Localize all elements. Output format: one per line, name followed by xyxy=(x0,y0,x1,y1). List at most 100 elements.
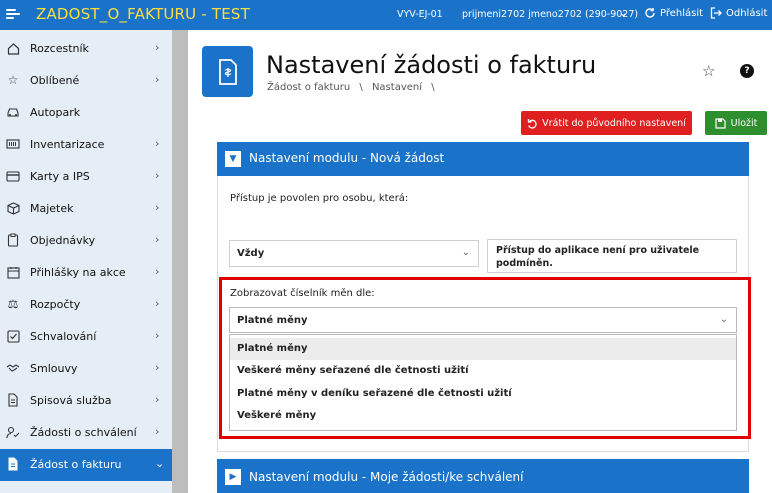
panel-header-new-request[interactable]: ▼ Nastavení modulu - Nová žádost xyxy=(217,142,749,176)
box-icon xyxy=(6,201,20,215)
undo-icon xyxy=(527,118,537,129)
invoice-icon xyxy=(6,457,20,471)
chevron-down-icon: ⌄ xyxy=(155,457,165,470)
dropdown-option[interactable]: Platné měny v deníku seřazené dle četnos… xyxy=(230,383,736,405)
sidebar-item-label: Přihlášky na akce xyxy=(30,266,126,279)
dropdown-option[interactable]: Veškeré měny seřazené dle četnosti užití xyxy=(230,360,736,382)
car-icon xyxy=(6,105,20,119)
refresh-icon xyxy=(645,8,655,18)
dropdown-option[interactable]: Veškeré měny xyxy=(230,405,736,427)
select-value: Platné měny xyxy=(237,315,308,326)
sidebar-item-zadost-o-fakturu[interactable]: Žádost o fakturu ⌄ xyxy=(0,449,172,481)
sidebar-item-label: Schvalování xyxy=(30,330,97,343)
chevron-right-icon: › xyxy=(155,393,160,406)
calendar-icon xyxy=(6,265,20,279)
sidebar-item-label: Žádosti o schválení xyxy=(30,426,137,439)
sidebar-item-autopark[interactable]: Autopark xyxy=(0,97,172,129)
sidebar-item-label: Rozcestník xyxy=(30,42,89,55)
save-icon xyxy=(715,117,726,129)
chevron-right-icon: › xyxy=(155,73,160,86)
sidebar-item-label: Karty a IPS xyxy=(30,170,90,183)
collapse-toggle-icon[interactable]: ▼ xyxy=(225,151,241,167)
sidebar-item-rozpocty[interactable]: ⚖ Rozpočty › xyxy=(0,289,172,321)
expand-toggle-icon[interactable]: ▶ xyxy=(225,469,241,485)
environment-label: VYV-EJ-01 xyxy=(397,9,443,20)
chevron-down-icon[interactable]: ⌄ xyxy=(619,8,627,19)
chevron-down-icon: ⌄ xyxy=(719,314,728,325)
home-icon xyxy=(6,41,20,55)
access-info-box: Přístup do aplikace není pro uživatele p… xyxy=(487,239,737,273)
chevron-right-icon: › xyxy=(155,329,160,342)
breadcrumb-separator: \ xyxy=(359,82,363,93)
logout-icon xyxy=(710,7,722,19)
chevron-right-icon: › xyxy=(155,425,160,438)
sidebar-item-smlouvy[interactable]: Smlouvy › xyxy=(0,353,172,385)
user-menu[interactable]: prijmeni2702 jmeno2702 (290-9027) xyxy=(462,9,638,20)
app-title: ZADOST_O_FAKTURU - TEST xyxy=(36,5,250,23)
sidebar-item-zadosti-o-schvaleni[interactable]: Žádosti o schválení › xyxy=(0,417,172,449)
sidebar-item-label: Oblíbené xyxy=(30,74,80,87)
sidebar-item-rozcestnik[interactable]: Rozcestník › xyxy=(0,33,172,65)
access-condition-select[interactable]: Vždy ⌄ xyxy=(229,240,479,267)
reset-defaults-label: Vrátit do původního nastavení xyxy=(542,117,686,129)
chevron-right-icon: › xyxy=(155,137,160,150)
page-title: Nastavení žádosti o fakturu xyxy=(266,51,597,79)
chevron-right-icon: › xyxy=(155,233,160,246)
chevron-right-icon: › xyxy=(155,41,160,54)
currency-list-select[interactable]: Platné měny ⌄ xyxy=(229,307,737,333)
sidebar-item-schvalovani[interactable]: Schvalování › xyxy=(0,321,172,353)
card-icon xyxy=(6,169,20,183)
sidebar-item-label: Smlouvy xyxy=(30,362,78,375)
top-bar: ZADOST_O_FAKTURU - TEST VYV-EJ-01 prijme… xyxy=(0,0,772,30)
star-icon: ☆ xyxy=(7,73,19,87)
handshake-icon xyxy=(6,361,20,375)
chevron-right-icon: › xyxy=(155,169,160,182)
sidebar-item-label: Autopark xyxy=(30,106,81,119)
sidebar-item-oblibene[interactable]: ☆ Oblíbené › xyxy=(0,65,172,97)
switch-user-label: Přehlásit xyxy=(660,7,704,19)
breadcrumb: Žádost o fakturu \ Nastavení \ xyxy=(267,82,441,93)
invoice-icon xyxy=(202,46,253,97)
sidebar-item-label: Rozpočty xyxy=(30,298,81,311)
save-button[interactable]: Uložit xyxy=(705,111,767,135)
panel-title: Nastavení modulu - Moje žádosti/ke schvá… xyxy=(249,470,524,484)
clipboard-icon xyxy=(6,233,20,247)
breadcrumb-item[interactable]: Žádost o fakturu xyxy=(267,82,350,93)
sidebar-item-objednavky[interactable]: Objednávky › xyxy=(0,225,172,257)
favorite-star-icon[interactable]: ☆ xyxy=(702,62,715,80)
menu-icon[interactable] xyxy=(6,7,22,23)
sidebar-item-label: Objednávky xyxy=(30,234,96,247)
switch-user-button[interactable]: Přehlásit xyxy=(644,7,703,19)
sidebar-item-label: Inventarizace xyxy=(30,138,105,151)
sidebar-item-label: Žádost o fakturu xyxy=(30,458,122,471)
chevron-down-icon: ⌄ xyxy=(461,247,470,258)
chevron-right-icon: › xyxy=(155,265,160,278)
breadcrumb-item[interactable]: Nastavení xyxy=(372,82,422,93)
sidebar-item-inventarizace[interactable]: Inventarizace › xyxy=(0,129,172,161)
access-label: Přístup je povolen pro osobu, která: xyxy=(230,193,409,204)
sidebar-item-label: Majetek xyxy=(30,202,74,215)
save-label: Uložit xyxy=(730,117,758,129)
panel-title: Nastavení modulu - Nová žádost xyxy=(249,151,445,165)
folder-icon xyxy=(6,393,20,407)
checkbox-icon xyxy=(6,329,20,343)
logout-label: Odhlásit xyxy=(726,7,768,19)
dropdown-option[interactable]: Platné měny xyxy=(230,338,736,360)
sidebar: Rozcestník › ☆ Oblíbené › Autopark Inven… xyxy=(0,30,172,493)
sidebar-item-spisova-sluzba[interactable]: Spisová služba › xyxy=(0,385,172,417)
reset-defaults-button[interactable]: Vrátit do původního nastavení xyxy=(521,111,692,135)
sidebar-item-majetek[interactable]: Majetek › xyxy=(0,193,172,225)
barcode-icon xyxy=(6,137,20,151)
currency-dropdown-list: Platné měny Veškeré měny seřazené dle če… xyxy=(229,334,737,431)
sidebar-item-prihlasky-na-akce[interactable]: Přihlášky na akce › xyxy=(0,257,172,289)
help-icon[interactable]: ? xyxy=(740,64,754,78)
logout-button[interactable]: Odhlásit xyxy=(710,7,767,19)
chevron-right-icon: › xyxy=(155,297,160,310)
scrollbar[interactable] xyxy=(172,30,188,493)
sidebar-item-karty-a-ips[interactable]: Karty a IPS › xyxy=(0,161,172,193)
chevron-right-icon: › xyxy=(155,201,160,214)
sidebar-item-label: Spisová služba xyxy=(30,394,112,407)
user-check-icon xyxy=(6,425,20,439)
panel-header-my-requests[interactable]: ▶ Nastavení modulu - Moje žádosti/ke sch… xyxy=(217,459,749,493)
scales-icon: ⚖ xyxy=(7,297,19,311)
